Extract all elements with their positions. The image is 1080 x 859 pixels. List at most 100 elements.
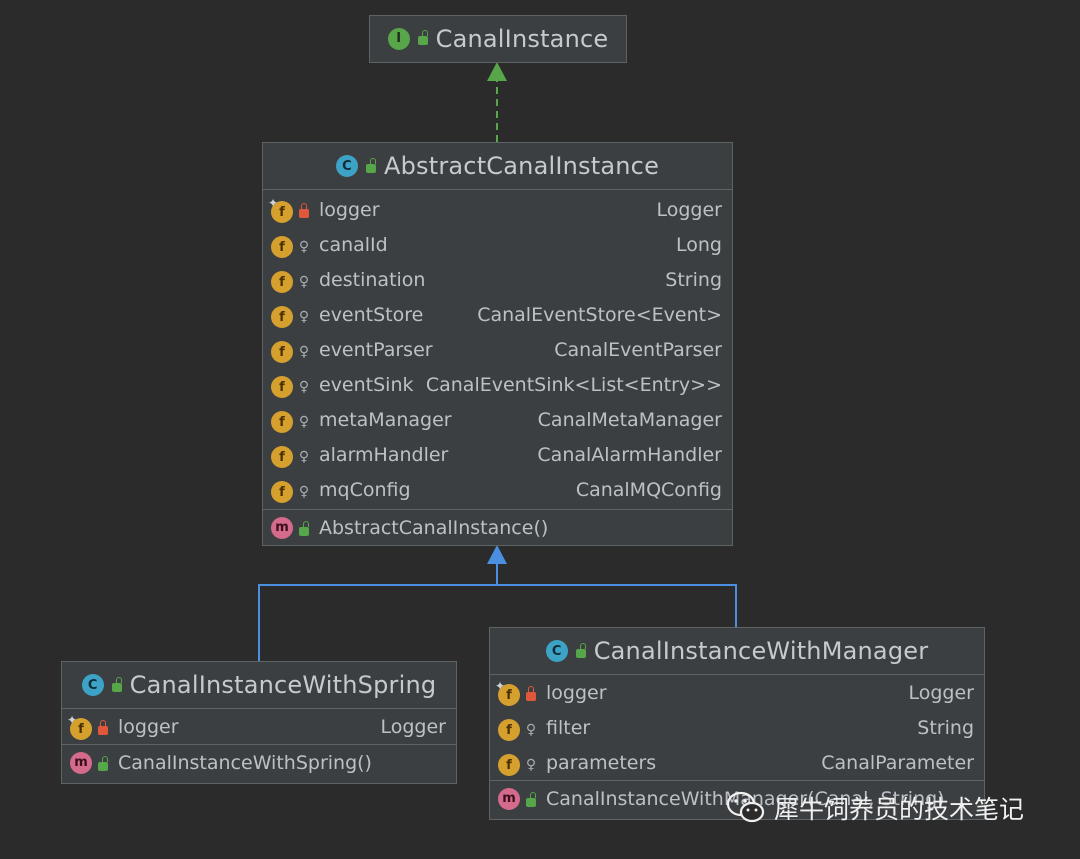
field-row[interactable]: f ✦ logger Logger [263,192,732,227]
public-visibility-icon [575,642,586,658]
field-icon: f [271,479,293,503]
protected-key-icon: ♀ [298,448,310,465]
method-icon: m [271,516,293,539]
method-row[interactable]: m AbstractCanalInstance() [263,510,732,545]
field-type: Logger [380,715,447,738]
class-icon: C [335,155,358,177]
abstract-methods-section: m AbstractCanalInstance() [263,510,732,545]
field-icon: f [271,374,293,398]
protected-key-icon: ♀ [298,273,310,290]
public-visibility-icon [524,788,538,810]
field-type: Logger [908,681,975,704]
protected-key-icon: ♀ [525,756,537,773]
static-pin-icon: ✦ [268,195,279,210]
field-type: CanalEventParser [554,338,722,361]
protected-key-icon: ♀ [298,413,310,430]
field-row[interactable]: f ♀ eventSink CanalEventSink<List<Entry>> [263,367,732,402]
field-name: logger [546,681,607,704]
interface-title: CanalInstance [435,24,609,53]
field-type: String [665,268,722,291]
field-name: mqConfig [319,478,411,501]
field-icon: f [271,409,293,433]
field-icon: f [271,339,293,363]
interface-icon: I [387,27,410,50]
extends-arrowhead [487,545,507,564]
field-row[interactable]: f ♀ parameters CanalParameter [490,745,984,780]
field-icon: f [271,234,293,258]
field-icon: f ✦ [67,712,92,740]
class-box-canalinstancewithspring[interactable]: C CanalInstanceWithSpring f ✦ logger Logger… [61,661,457,784]
extends-line-spring [258,563,498,661]
method-icon: m [70,751,92,774]
static-pin-icon: ✦ [495,678,506,693]
protected-key-icon: ♀ [298,308,310,325]
protected-key-icon: ♀ [525,721,537,738]
extends-line-manager [497,584,737,627]
protected-key-icon: ♀ [298,483,310,500]
spring-methods-section: m CanalInstanceWithSpring() [62,745,456,780]
public-visibility-icon [417,30,428,45]
field-name: canalId [319,233,388,256]
protected-key-icon: ♀ [298,378,310,395]
public-visibility-icon [365,157,376,173]
field-row[interactable]: f ♀ eventParser CanalEventParser [263,332,732,367]
field-name: eventParser [319,338,433,361]
private-lock-icon [524,682,538,704]
method-icon: m [498,787,520,810]
field-type: CanalMQConfig [575,478,722,501]
public-visibility-icon [111,676,122,692]
private-lock-icon [96,716,110,738]
field-icon: f ✦ [495,678,520,706]
abstract-title: AbstractCanalInstance [383,152,660,180]
watermark: 犀牛饲养员的技术笔记 [726,790,1024,826]
field-row[interactable]: f ♀ alarmHandler CanalAlarmHandler [263,437,732,472]
class-icon: C [545,640,568,662]
field-type: Long [676,233,722,256]
field-icon: f [271,269,293,293]
manager-header: C CanalInstanceWithManager [490,628,984,675]
field-row[interactable]: f ♀ destination String [263,262,732,297]
field-icon: f ✦ [268,195,293,223]
field-icon: f [271,444,293,468]
field-name: alarmHandler [319,443,449,466]
field-row[interactable]: f ✦ logger Logger [62,709,456,744]
manager-title: CanalInstanceWithManager [593,637,929,665]
method-row[interactable]: m CanalInstanceWithSpring() [62,745,456,780]
abstract-header: C AbstractCanalInstance [263,143,732,190]
spring-fields-section: f ✦ logger Logger [62,709,456,745]
public-visibility-icon [297,517,311,539]
watermark-text: 犀牛饲养员的技术笔记 [774,795,1025,824]
private-lock-icon [297,199,311,221]
field-name: logger [319,198,380,221]
protected-key-icon: ♀ [298,343,310,360]
field-type: Logger [656,198,723,221]
class-box-abstractcanalinstance[interactable]: C AbstractCanalInstance f ✦ logger Logger f ♀… [262,142,733,546]
field-row[interactable]: f ♀ mqConfig CanalMQConfig [263,472,732,507]
abstract-fields-section: f ✦ logger Logger f ♀ canalId Long f ♀ destination… [263,190,732,510]
field-row[interactable]: f ✦ logger Logger [490,675,984,710]
field-type: CanalEventStore<Event> [477,303,722,326]
static-pin-icon: ✦ [67,712,78,727]
field-row[interactable]: f ♀ eventStore CanalEventStore<Event> [263,297,732,332]
class-icon: C [81,674,104,696]
field-row[interactable]: f ♀ metaManager CanalMetaManager [263,402,732,437]
public-visibility-icon [96,752,110,774]
field-type: CanalParameter [821,751,974,774]
field-type: CanalMetaManager [537,408,722,431]
field-name: destination [319,268,426,291]
field-type: CanalEventSink<List<Entry>> [425,373,722,396]
interface-box-canalinstance[interactable]: I CanalInstance [369,15,627,63]
field-row[interactable]: f ♀ canalId Long [263,227,732,262]
field-name: eventSink [319,373,414,396]
field-name: logger [118,715,179,738]
method-name: AbstractCanalInstance() [319,516,549,539]
spring-header: C CanalInstanceWithSpring [62,662,456,709]
spring-title: CanalInstanceWithSpring [129,671,437,699]
field-row[interactable]: f ♀ filter String [490,710,984,745]
manager-fields-section: f ✦ logger Logger f ♀ filter String f ♀ parameters… [490,675,984,781]
implements-arrowhead [487,62,507,81]
field-icon: f [498,752,520,776]
method-name: CanalInstanceWithSpring() [118,751,372,774]
field-name: filter [546,716,591,739]
protected-key-icon: ♀ [298,238,310,255]
